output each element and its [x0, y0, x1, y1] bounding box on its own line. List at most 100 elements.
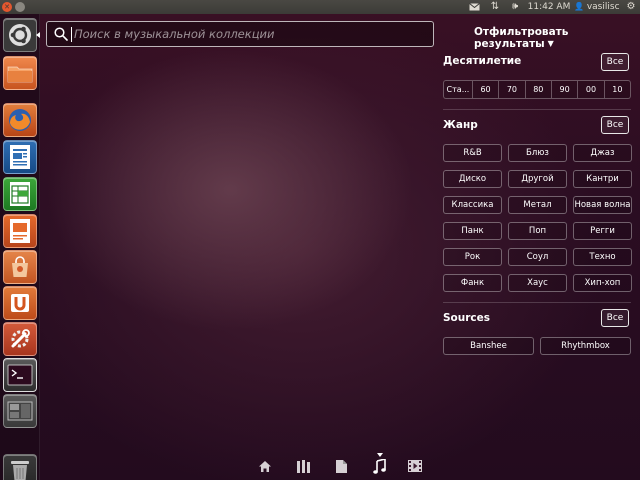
- genre-all-button[interactable]: Все: [601, 116, 629, 134]
- decade-option[interactable]: 60: [473, 81, 500, 98]
- search-input[interactable]: [74, 22, 424, 46]
- applications-icon: [296, 459, 310, 473]
- mail-indicator[interactable]: [466, 0, 482, 14]
- trash-icon: [11, 461, 29, 480]
- sources-all-button[interactable]: Все: [601, 309, 629, 327]
- source-chip[interactable]: Rhythmbox: [540, 337, 631, 355]
- genre-chip[interactable]: Новая волна: [573, 196, 632, 214]
- system-settings-launcher[interactable]: [3, 322, 37, 356]
- genre-chip[interactable]: Хаус: [508, 274, 567, 292]
- trash-launcher[interactable]: [3, 454, 37, 480]
- username: vasilisc: [586, 2, 620, 12]
- applications-lens-button[interactable]: [295, 458, 311, 474]
- search-box[interactable]: [46, 21, 434, 47]
- workspace-switcher-launcher[interactable]: [3, 394, 37, 428]
- clock[interactable]: 11:42 AM: [526, 0, 572, 14]
- gear-icon: ⚙: [626, 1, 636, 12]
- libreoffice-impress-launcher[interactable]: [3, 214, 37, 248]
- genre-chip[interactable]: Хип-хоп: [573, 274, 632, 292]
- software-center-launcher[interactable]: [3, 250, 37, 284]
- terminal-icon: [7, 364, 33, 386]
- close-icon: ✕: [4, 3, 10, 11]
- genre-chip[interactable]: Джаз: [573, 144, 632, 162]
- folder-icon: [7, 66, 33, 83]
- decade-option[interactable]: 90: [552, 81, 579, 98]
- active-lens-indicator: [377, 453, 383, 457]
- workspaces-icon: [7, 401, 33, 421]
- genre-chip[interactable]: Техно: [573, 248, 632, 266]
- libreoffice-writer-launcher[interactable]: [3, 140, 37, 174]
- video-icon: [408, 460, 422, 472]
- volume-icon: 🕪: [511, 1, 519, 12]
- music-lens-button[interactable]: [371, 458, 387, 474]
- active-arrow-icon: [36, 32, 40, 38]
- calc-icon: [10, 182, 30, 206]
- decade-option[interactable]: 70: [499, 81, 526, 98]
- genre-chip[interactable]: Блюз: [508, 144, 567, 162]
- search-icon: [54, 27, 68, 41]
- triangle-down-icon: ▼: [547, 39, 554, 48]
- home-icon: [259, 460, 271, 472]
- libreoffice-calc-launcher[interactable]: [3, 177, 37, 211]
- genre-chip[interactable]: Поп: [508, 222, 567, 240]
- session-menu[interactable]: ⚙: [624, 0, 638, 14]
- writer-icon: [10, 145, 30, 169]
- firefox-launcher[interactable]: [3, 103, 37, 137]
- launcher: [0, 14, 40, 480]
- genre-chip[interactable]: Соул: [508, 248, 567, 266]
- decade-all-button[interactable]: Все: [601, 53, 629, 71]
- decade-option[interactable]: 10: [605, 81, 630, 98]
- lens-bar: [255, 453, 425, 476]
- section-divider: [443, 302, 631, 303]
- home-lens-button[interactable]: [257, 458, 273, 474]
- filter-results-toggle[interactable]: Отфильтровать результаты ▼: [474, 26, 640, 50]
- genre-filter-grid: R&B Блюз Джаз Диско Другой Кантри Класси…: [443, 144, 632, 292]
- sources-filter-title: Sources: [443, 312, 491, 324]
- genre-chip[interactable]: R&B: [443, 144, 502, 162]
- wrench-icon: [11, 329, 30, 348]
- genre-chip[interactable]: Метал: [508, 196, 567, 214]
- decade-filter-bar: Ста... 60 70 80 90 00 10: [443, 80, 631, 99]
- genre-chip[interactable]: Другой: [508, 170, 567, 188]
- top-panel: ✕ ⇅ 🕪 11:42 AM 👤 vasilisc ⚙: [0, 0, 640, 14]
- mail-icon: [468, 3, 480, 11]
- genre-chip[interactable]: Классика: [443, 196, 502, 214]
- video-lens-button[interactable]: [407, 458, 423, 474]
- genre-chip[interactable]: Регги: [573, 222, 632, 240]
- maximize-button[interactable]: [15, 2, 25, 12]
- genre-chip[interactable]: Кантри: [573, 170, 632, 188]
- files-lens-button[interactable]: [333, 458, 349, 474]
- filter-results-label: Отфильтровать результаты: [474, 26, 569, 50]
- ubuntu-logo-icon: [9, 24, 31, 46]
- text-cursor: [71, 27, 72, 42]
- decade-option[interactable]: Ста...: [444, 81, 473, 98]
- source-chip[interactable]: Banshee: [443, 337, 534, 355]
- sources-filter-grid: Banshee Rhythmbox: [443, 337, 632, 355]
- ubuntu-one-icon: [11, 294, 29, 312]
- genre-chip[interactable]: Диско: [443, 170, 502, 188]
- firefox-icon: [9, 109, 31, 131]
- dash-home-button[interactable]: [3, 18, 37, 52]
- decade-filter-title: Десятилетие: [443, 55, 522, 67]
- shopping-bag-icon: [12, 256, 28, 277]
- close-button[interactable]: ✕: [2, 2, 12, 12]
- volume-indicator[interactable]: 🕪: [507, 0, 523, 14]
- music-note-icon: [372, 458, 386, 474]
- impress-icon: [10, 219, 30, 243]
- genre-chip[interactable]: Панк: [443, 222, 502, 240]
- clock-time: 11:42 AM: [527, 2, 571, 12]
- user-indicator[interactable]: 👤 vasilisc: [574, 0, 624, 14]
- network-indicator[interactable]: ⇅: [487, 0, 503, 14]
- section-divider: [443, 109, 631, 110]
- decade-option[interactable]: 00: [578, 81, 605, 98]
- genre-chip[interactable]: Рок: [443, 248, 502, 266]
- user-icon: 👤: [574, 2, 584, 11]
- home-folder-launcher[interactable]: [3, 56, 37, 90]
- genre-filter-title: Жанр: [443, 119, 478, 131]
- terminal-launcher[interactable]: [3, 358, 37, 392]
- file-icon: [335, 459, 347, 473]
- network-arrows-icon: ⇅: [490, 1, 500, 12]
- ubuntu-one-launcher[interactable]: [3, 286, 37, 320]
- genre-chip[interactable]: Фанк: [443, 274, 502, 292]
- decade-option[interactable]: 80: [526, 81, 552, 98]
